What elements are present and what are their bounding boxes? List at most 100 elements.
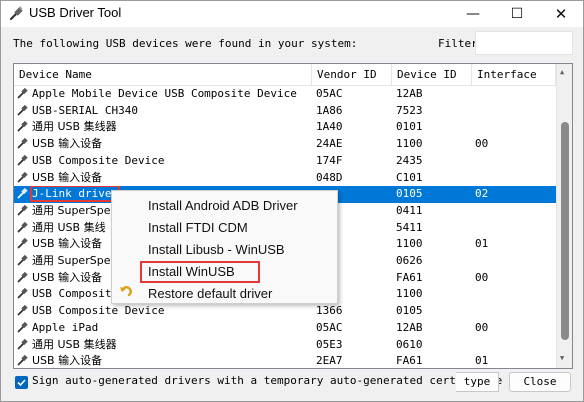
device-name-text: USB-SERIAL CH340 bbox=[32, 103, 138, 117]
device-name-cell: 通用 USB 集线器 bbox=[17, 337, 312, 354]
menu-item-install-android-adb-driver[interactable]: Install Android ADB Driver bbox=[113, 195, 336, 216]
interface-cell bbox=[475, 220, 555, 237]
vendor-id-cell: 05E3 bbox=[316, 337, 343, 351]
list-header: Device Name Vendor ID Device ID Interfac… bbox=[14, 64, 556, 86]
close-button[interactable]: Close bbox=[509, 372, 571, 392]
interface-cell bbox=[475, 153, 555, 170]
device-id-cell: 1100 bbox=[396, 237, 423, 251]
device-name-cell: 通用 USB 集线器 bbox=[17, 119, 312, 136]
vendor-id-cell: 1A40 bbox=[316, 120, 343, 134]
maximize-button[interactable]: ☐ bbox=[497, 1, 537, 27]
context-menu: Install Android ADB Driver Install FTDI … bbox=[111, 190, 338, 304]
device-name-text: USB 输入设备 bbox=[32, 270, 103, 284]
device-name-text: 通用 SuperSpe bbox=[32, 254, 111, 267]
usb-plug-icon bbox=[17, 288, 28, 299]
interface-cell bbox=[475, 286, 555, 303]
usb-plug-icon bbox=[17, 171, 28, 182]
menu-item-restore-default-driver[interactable]: Restore default driver bbox=[113, 283, 336, 304]
device-id-cell: 1100 bbox=[396, 287, 423, 301]
interface-cell: 00 bbox=[475, 137, 489, 151]
vendor-id-cell: 048D bbox=[316, 170, 343, 184]
device-name-text: USB 输入设备 bbox=[32, 354, 103, 368]
device-name-cell: USB 输入设备 bbox=[17, 170, 312, 187]
vendor-id-cell: 1A86 bbox=[316, 103, 343, 117]
device-id-cell: 1100 bbox=[396, 137, 423, 151]
vendor-id-cell: 05AC bbox=[316, 320, 343, 334]
column-header-device-name[interactable]: Device Name bbox=[14, 64, 312, 86]
table-row[interactable]: USB 输入设备 048D C101 bbox=[14, 170, 556, 187]
table-row[interactable]: Apple Mobile Device USB Composite Device… bbox=[14, 86, 556, 103]
interface-cell bbox=[475, 337, 555, 354]
device-name-text: USB Composite bbox=[32, 287, 119, 301]
table-row[interactable]: USB Composite Device 174F 2435 bbox=[14, 153, 556, 170]
device-name-cell: USB Composite Device bbox=[17, 303, 312, 320]
interface-cell: 01 bbox=[475, 237, 489, 251]
vertical-scrollbar[interactable]: ▲ ▼ bbox=[556, 64, 572, 368]
column-header-device-id[interactable]: Device ID bbox=[392, 64, 472, 86]
usb-plug-icon bbox=[17, 188, 28, 199]
device-id-cell: C101 bbox=[396, 170, 423, 184]
menu-item-install-ftdi-cdm[interactable]: Install FTDI CDM bbox=[113, 217, 336, 238]
device-id-cell: 5411 bbox=[396, 220, 423, 234]
vendor-id-cell: 05AC bbox=[316, 87, 343, 100]
filter-input[interactable] bbox=[475, 31, 573, 55]
column-header-interface[interactable]: Interface bbox=[472, 64, 556, 86]
column-header-vendor-id[interactable]: Vendor ID bbox=[312, 64, 392, 86]
device-name-text: USB 输入设备 bbox=[32, 237, 103, 251]
device-id-cell: 2435 bbox=[396, 153, 423, 167]
device-id-cell: 12AB bbox=[396, 320, 423, 334]
interface-cell bbox=[475, 253, 555, 270]
usb-plug-icon bbox=[17, 204, 28, 216]
device-name-cell: USB 输入设备 bbox=[17, 353, 312, 368]
interface-cell bbox=[475, 303, 555, 320]
usb-plug-icon bbox=[17, 104, 28, 116]
usb-plug-icon bbox=[17, 321, 28, 333]
device-name-cell: Apple iPad bbox=[17, 320, 312, 337]
window-close-button[interactable]: ✕ bbox=[541, 1, 581, 27]
device-id-cell: 0105 bbox=[396, 304, 423, 318]
usb-plug-icon bbox=[9, 6, 23, 21]
scroll-up-arrow-icon[interactable]: ▲ bbox=[560, 68, 564, 76]
minimize-button[interactable]: — bbox=[453, 1, 493, 27]
usb-driver-tool-window: USB Driver Tool — ☐ ✕ The following USB … bbox=[0, 0, 584, 402]
device-name-text: USB Composite Device bbox=[32, 304, 165, 318]
table-row[interactable]: USB-SERIAL CH340 1A86 7523 bbox=[14, 103, 556, 120]
device-name-text: 通用 USB 集线 bbox=[32, 220, 106, 234]
device-id-cell: 0411 bbox=[396, 203, 423, 217]
device-name-text: Apple Mobile Device USB Composite Device bbox=[32, 87, 297, 100]
window-title: USB Driver Tool bbox=[29, 5, 122, 20]
table-row[interactable]: USB Composite Device 1366 0105 bbox=[14, 303, 556, 320]
device-name-cell: Apple Mobile Device USB Composite Device bbox=[17, 86, 312, 103]
interface-cell: 00 bbox=[475, 270, 489, 284]
table-row[interactable]: Apple iPad 05AC 12AB 00 bbox=[14, 320, 556, 337]
scrollbar-thumb[interactable] bbox=[561, 122, 569, 340]
usb-plug-icon bbox=[17, 271, 28, 283]
device-name-text: 通用 SuperSpe bbox=[32, 203, 111, 217]
usb-plug-icon bbox=[17, 137, 28, 149]
type-button[interactable]: type bbox=[456, 372, 499, 392]
table-row[interactable]: 通用 USB 集线器 1A40 0101 bbox=[14, 119, 556, 136]
device-name-text: J-Link driver bbox=[29, 186, 121, 203]
checkmark-icon bbox=[17, 379, 26, 387]
usb-plug-icon bbox=[17, 87, 28, 99]
interface-cell: 00 bbox=[475, 320, 489, 334]
usb-plug-icon bbox=[17, 254, 28, 266]
usb-plug-icon bbox=[17, 221, 28, 232]
table-row[interactable]: USB 输入设备 24AE 1100 00 bbox=[14, 136, 556, 153]
vendor-id-cell: 174F bbox=[316, 153, 343, 167]
device-id-cell: 7523 bbox=[396, 103, 423, 117]
device-name-text: USB 输入设备 bbox=[32, 170, 103, 184]
filter-label: Filter bbox=[438, 37, 478, 50]
device-id-cell: FA61 bbox=[396, 270, 423, 284]
install-winusb-highlight-box bbox=[140, 261, 260, 283]
usb-plug-icon bbox=[17, 304, 28, 316]
interface-cell: 02 bbox=[475, 187, 489, 201]
table-row[interactable]: 通用 USB 集线器 05E3 0610 bbox=[14, 337, 556, 354]
sign-drivers-checkbox[interactable] bbox=[15, 376, 28, 389]
device-id-cell: 12AB bbox=[396, 87, 423, 100]
menu-item-install-libusb-winusb[interactable]: Install Libusb - WinUSB bbox=[113, 239, 336, 260]
sign-drivers-label[interactable]: Sign auto-generated drivers with a tempo… bbox=[32, 374, 502, 387]
scroll-down-arrow-icon[interactable]: ▼ bbox=[560, 354, 564, 362]
table-row[interactable]: USB 输入设备 2EA7 FA61 01 bbox=[14, 353, 556, 368]
device-name-cell: USB 输入设备 bbox=[17, 136, 312, 153]
